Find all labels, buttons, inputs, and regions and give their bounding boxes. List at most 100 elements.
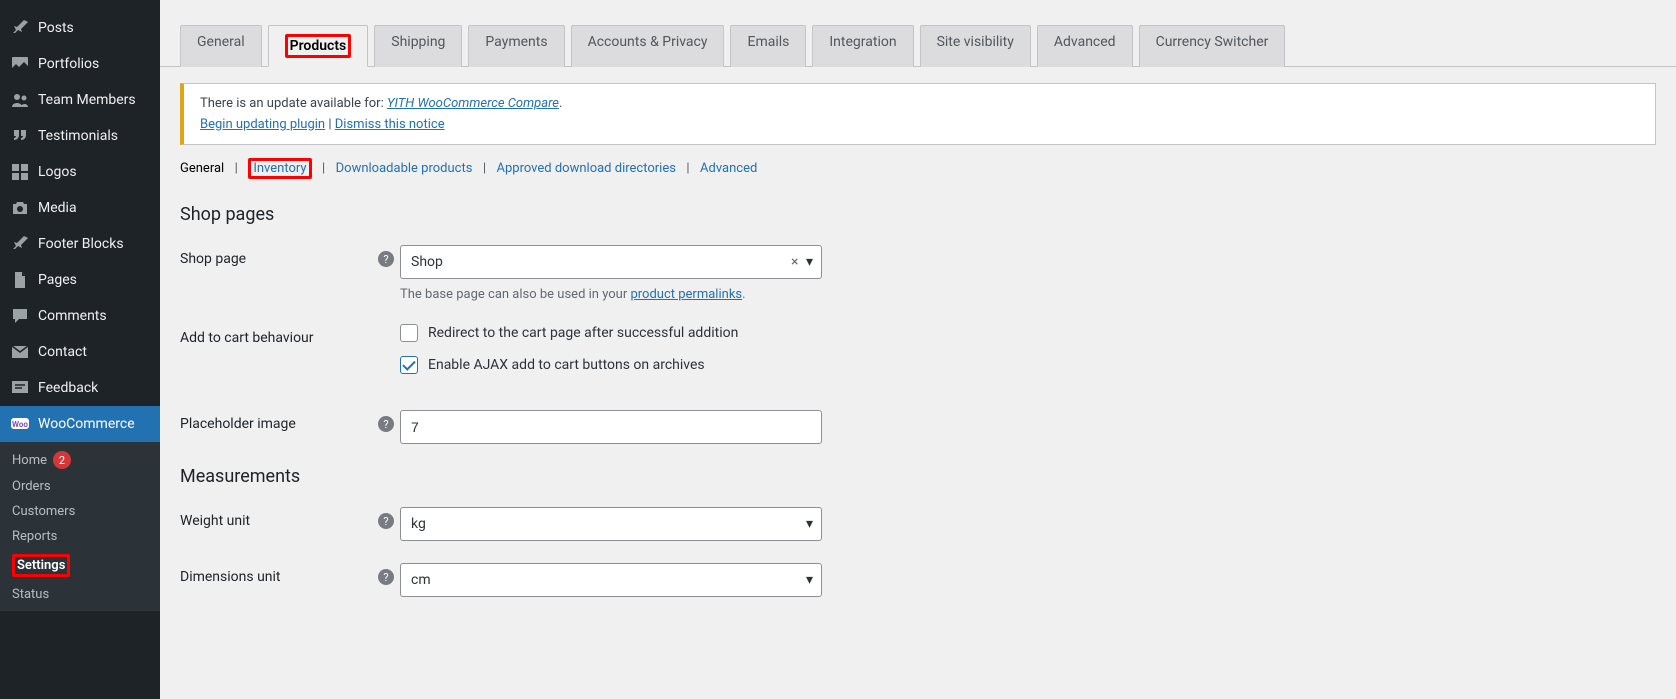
svg-text:Woo: Woo bbox=[12, 420, 28, 429]
sidebar-sub-label: Customers bbox=[12, 504, 75, 519]
shop-page-select[interactable]: Shop × ▾ bbox=[400, 245, 822, 279]
checkbox-redirect-row[interactable]: Redirect to the cart page after successf… bbox=[400, 324, 1000, 342]
admin-sidebar: Posts Portfolios Team Members Testimonia… bbox=[0, 0, 160, 699]
sidebar-label: Posts bbox=[38, 20, 74, 36]
comment-icon bbox=[10, 306, 30, 326]
quote-icon bbox=[10, 126, 30, 146]
pin-icon bbox=[10, 234, 30, 254]
row-dimensions-unit: Dimensions unit ? cm ▾ bbox=[180, 563, 1656, 597]
tab-emails[interactable]: Emails bbox=[730, 25, 806, 67]
help-icon[interactable]: ? bbox=[378, 251, 394, 267]
desc-text: The base page can also be used in your bbox=[400, 287, 630, 302]
row-shop-page: Shop page ? Shop × ▾ The base page can a… bbox=[180, 245, 1656, 302]
tab-site-visibility[interactable]: Site visibility bbox=[920, 25, 1031, 67]
sidebar-label: Contact bbox=[38, 344, 87, 360]
select-value: Shop bbox=[411, 254, 443, 270]
sidebar-item-portfolios[interactable]: Portfolios bbox=[0, 46, 160, 82]
update-notice: There is an update available for: YITH W… bbox=[180, 83, 1656, 145]
sidebar-sub-home[interactable]: Home 2 bbox=[0, 446, 160, 474]
sidebar-item-media[interactable]: Media bbox=[0, 190, 160, 226]
sidebar-item-testimonials[interactable]: Testimonials bbox=[0, 118, 160, 154]
woocommerce-icon: Woo bbox=[10, 414, 30, 434]
sidebar-sub-status[interactable]: Status bbox=[0, 582, 160, 607]
row-placeholder-image: Placeholder image ? bbox=[180, 410, 1656, 444]
chevron-down-icon: ▾ bbox=[806, 254, 813, 270]
sidebar-label: Comments bbox=[38, 308, 107, 324]
desc-text-post: . bbox=[742, 287, 745, 302]
tab-currency-switcher[interactable]: Currency Switcher bbox=[1139, 25, 1286, 67]
subnav-general[interactable]: General bbox=[180, 161, 224, 176]
label-text: Shop page bbox=[180, 251, 246, 267]
subnav-approved-dirs[interactable]: Approved download directories bbox=[497, 161, 676, 176]
help-icon[interactable]: ? bbox=[378, 569, 394, 585]
checkbox-redirect[interactable] bbox=[400, 324, 418, 342]
row-add-to-cart: Add to cart behaviour Redirect to the ca… bbox=[180, 324, 1656, 388]
dismiss-notice-link[interactable]: Dismiss this notice bbox=[335, 117, 445, 132]
sidebar-item-posts[interactable]: Posts bbox=[0, 10, 160, 46]
label-text: Weight unit bbox=[180, 513, 250, 529]
sidebar-label: Feedback bbox=[38, 380, 98, 396]
select-value: kg bbox=[411, 516, 426, 532]
help-icon[interactable]: ? bbox=[378, 513, 394, 529]
tab-advanced[interactable]: Advanced bbox=[1037, 25, 1133, 67]
sidebar-label: WooCommerce bbox=[38, 416, 135, 432]
sidebar-sub-settings[interactable]: Settings bbox=[0, 549, 160, 582]
chevron-down-icon: ▾ bbox=[806, 516, 813, 532]
sidebar-item-feedback[interactable]: Feedback bbox=[0, 370, 160, 406]
shop-page-description: The base page can also be used in your p… bbox=[400, 287, 1000, 302]
dimensions-unit-select[interactable]: cm ▾ bbox=[400, 563, 822, 597]
checkbox-ajax[interactable] bbox=[400, 356, 418, 374]
main-content: General Products Shipping Payments Accou… bbox=[160, 0, 1676, 699]
tab-payments[interactable]: Payments bbox=[468, 25, 564, 67]
placeholder-image-input[interactable] bbox=[400, 410, 822, 444]
label-text: Placeholder image bbox=[180, 416, 296, 432]
sidebar-item-woocommerce[interactable]: Woo WooCommerce bbox=[0, 406, 160, 442]
subnav-downloadable[interactable]: Downloadable products bbox=[336, 161, 473, 176]
weight-unit-select[interactable]: kg ▾ bbox=[400, 507, 822, 541]
highlight-products-tab: Products bbox=[285, 34, 352, 58]
label-dimensions-unit: Dimensions unit ? bbox=[180, 563, 400, 585]
subnav-advanced[interactable]: Advanced bbox=[700, 161, 757, 176]
sidebar-label: Pages bbox=[38, 272, 77, 288]
sidebar-sub-reports[interactable]: Reports bbox=[0, 524, 160, 549]
mail-icon bbox=[10, 342, 30, 362]
image-icon bbox=[10, 54, 30, 74]
sidebar-label: Testimonials bbox=[38, 128, 118, 144]
sidebar-item-pages[interactable]: Pages bbox=[0, 262, 160, 298]
feedback-icon bbox=[10, 378, 30, 398]
sidebar-item-footer-blocks[interactable]: Footer Blocks bbox=[0, 226, 160, 262]
clear-icon[interactable]: × bbox=[791, 254, 798, 270]
sidebar-sub-label: Orders bbox=[12, 479, 51, 494]
tab-general[interactable]: General bbox=[180, 25, 262, 67]
sidebar-sub-label: Settings bbox=[17, 558, 65, 573]
checkbox-ajax-row[interactable]: Enable AJAX add to cart buttons on archi… bbox=[400, 356, 1000, 374]
sidebar-item-logos[interactable]: Logos bbox=[0, 154, 160, 190]
sidebar-sub-label: Status bbox=[12, 587, 49, 602]
grid-icon bbox=[10, 162, 30, 182]
begin-update-link[interactable]: Begin updating plugin bbox=[200, 117, 325, 132]
subnav-inventory[interactable]: Inventory bbox=[253, 161, 306, 176]
highlight-settings: Settings bbox=[12, 554, 70, 577]
help-icon[interactable]: ? bbox=[378, 416, 394, 432]
tab-products[interactable]: Products bbox=[268, 25, 369, 67]
section-shop-pages: Shop pages bbox=[180, 204, 1656, 225]
label-text: Add to cart behaviour bbox=[180, 330, 314, 346]
tab-accounts-privacy[interactable]: Accounts & Privacy bbox=[571, 25, 725, 67]
badge-count: 2 bbox=[53, 451, 71, 469]
checkbox-label: Redirect to the cart page after successf… bbox=[428, 325, 738, 341]
subnav-sep: | bbox=[683, 161, 693, 176]
sidebar-item-team-members[interactable]: Team Members bbox=[0, 82, 160, 118]
sidebar-label: Logos bbox=[38, 164, 77, 180]
product-permalinks-link[interactable]: product permalinks bbox=[630, 287, 742, 302]
camera-icon bbox=[10, 198, 30, 218]
sidebar-sub-orders[interactable]: Orders bbox=[0, 474, 160, 499]
notice-plugin-link[interactable]: YITH WooCommerce Compare bbox=[387, 96, 559, 111]
highlight-inventory: Inventory bbox=[248, 158, 311, 179]
sidebar-sub-customers[interactable]: Customers bbox=[0, 499, 160, 524]
tab-shipping[interactable]: Shipping bbox=[374, 25, 462, 67]
select-value: cm bbox=[411, 572, 431, 588]
sidebar-item-comments[interactable]: Comments bbox=[0, 298, 160, 334]
sidebar-item-contact[interactable]: Contact bbox=[0, 334, 160, 370]
section-measurements: Measurements bbox=[180, 466, 1656, 487]
tab-integration[interactable]: Integration bbox=[812, 25, 913, 67]
